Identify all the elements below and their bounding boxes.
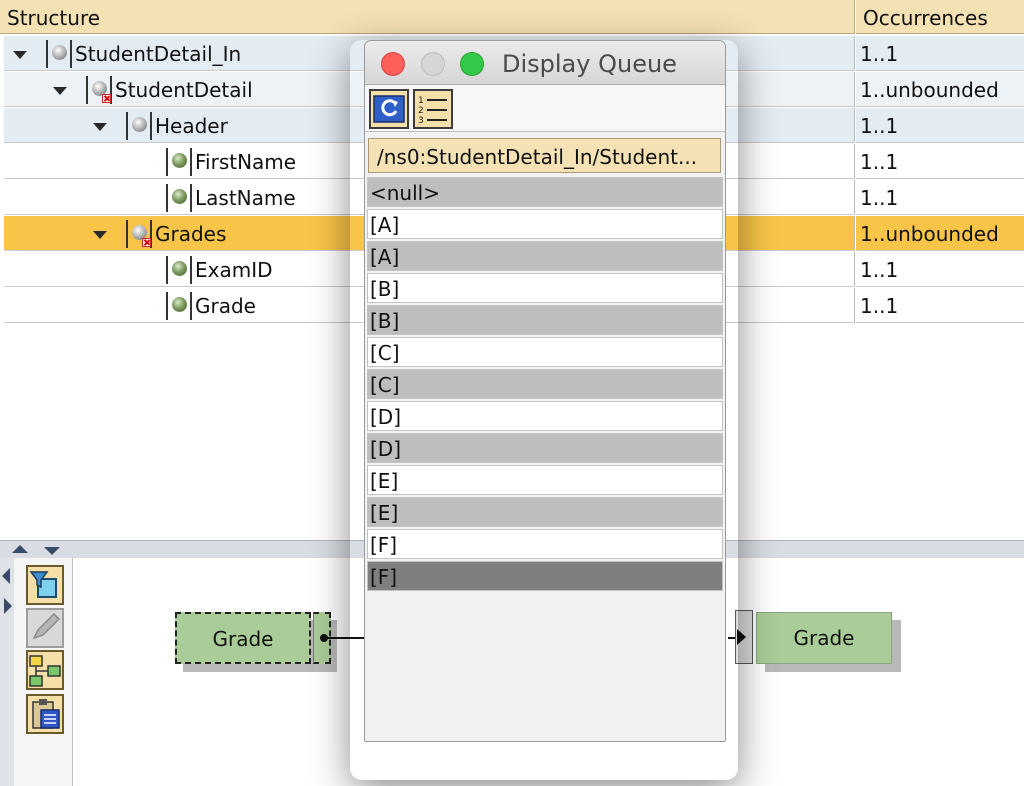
edit-button[interactable]: [26, 608, 64, 648]
collapse-up-icon[interactable]: [12, 545, 28, 553]
tree-node-label: StudentDetail_In: [75, 42, 242, 66]
grey-ball-error-icon: [126, 220, 152, 248]
collapse-right-icon[interactable]: [4, 598, 12, 614]
tree-node-label: Header: [155, 114, 228, 138]
funnel-icon: [29, 571, 57, 598]
clipboard-button[interactable]: [26, 694, 64, 734]
occurrence-value: 1..1: [856, 288, 1024, 323]
structure-column-header[interactable]: Structure: [0, 0, 855, 34]
occurrence-value: 1..unbounded: [856, 216, 1024, 251]
occurrence-value: 1..unbounded: [856, 72, 1024, 107]
source-node-label: Grade: [212, 627, 274, 651]
queue-list: <null> [A] [A] [B] [B] [C] [C] [D] [D] […: [367, 177, 723, 593]
tree-node-label: FirstName: [195, 150, 297, 174]
tree-node-label: Grade: [195, 294, 256, 318]
queue-item[interactable]: [B]: [367, 305, 723, 335]
tree-node-label: LastName: [195, 186, 296, 210]
queue-item[interactable]: [C]: [367, 369, 723, 399]
clipboard-icon: [32, 699, 60, 729]
minimize-window-button[interactable]: [421, 52, 445, 76]
queue-item[interactable]: [D]: [367, 401, 723, 431]
arrow-right-icon: [737, 629, 746, 645]
grey-ball-icon: [126, 112, 152, 140]
queue-path-header[interactable]: /ns0:StudentDetail_In/Student...: [368, 138, 721, 173]
side-collapse-strip[interactable]: [0, 558, 15, 786]
display-queue-dialog: Display Queue 1 2 3 /ns0:StudentDetail_I…: [364, 40, 726, 742]
filter-function-button[interactable]: [26, 565, 64, 605]
green-ball-icon: [166, 256, 192, 284]
queue-item[interactable]: [D]: [367, 433, 723, 463]
dialog-titlebar[interactable]: Display Queue: [365, 41, 725, 85]
refresh-button[interactable]: [369, 89, 409, 129]
occurrence-value: 1..1: [856, 108, 1024, 143]
collapse-left-icon[interactable]: [2, 568, 10, 584]
collapse-down-icon[interactable]: [44, 547, 60, 555]
target-node-box[interactable]: Grade: [756, 612, 892, 664]
occurrence-value: 1..1: [856, 252, 1024, 287]
mapping-toolbar: [14, 558, 73, 786]
expand-triangle-icon[interactable]: [53, 87, 67, 95]
expand-triangle-icon[interactable]: [13, 51, 27, 59]
occurrences-column-header[interactable]: Occurrences: [856, 0, 1024, 34]
svg-text:2: 2: [418, 106, 424, 116]
tree-node-label: Grades: [155, 222, 227, 246]
tree-node-label: ExamID: [195, 258, 273, 282]
numbered-list-button[interactable]: 1 2 3: [413, 89, 453, 129]
refresh-icon: [373, 95, 405, 123]
occurrence-value: 1..1: [856, 36, 1024, 71]
queue-item[interactable]: [C]: [367, 337, 723, 367]
source-node-box[interactable]: Grade: [175, 612, 311, 664]
queue-item[interactable]: [F]: [367, 529, 723, 559]
queue-item[interactable]: <null>: [367, 177, 723, 207]
close-window-button[interactable]: [381, 52, 405, 76]
expand-triangle-icon[interactable]: [93, 231, 107, 239]
hierarchy-icon: [29, 655, 61, 687]
green-ball-icon: [166, 148, 192, 176]
queue-item[interactable]: [E]: [367, 497, 723, 527]
green-ball-icon: [166, 184, 192, 212]
dialog-title: Display Queue: [502, 50, 677, 78]
grey-ball-error-icon: [86, 76, 112, 104]
zoom-window-button[interactable]: [460, 52, 484, 76]
queue-item[interactable]: [A]: [367, 209, 723, 239]
target-node-label: Grade: [793, 626, 855, 650]
expand-triangle-icon[interactable]: [93, 123, 107, 131]
dependencies-button[interactable]: [26, 650, 64, 690]
svg-text:1: 1: [418, 96, 424, 106]
numbered-list-icon: 1 2 3: [418, 96, 447, 126]
queue-item[interactable]: [A]: [367, 241, 723, 271]
dialog-toolbar: 1 2 3: [365, 85, 725, 132]
grey-ball-icon: [46, 40, 72, 68]
queue-item[interactable]: [E]: [367, 465, 723, 495]
svg-text:3: 3: [418, 116, 424, 126]
queue-item-selected[interactable]: [F]: [367, 561, 723, 591]
green-ball-icon: [166, 292, 192, 320]
occurrence-value: 1..1: [856, 144, 1024, 179]
queue-item[interactable]: [B]: [367, 273, 723, 303]
occurrence-value: 1..1: [856, 180, 1024, 215]
tree-node-label: StudentDetail: [115, 78, 253, 102]
pencil-icon: [32, 612, 61, 640]
